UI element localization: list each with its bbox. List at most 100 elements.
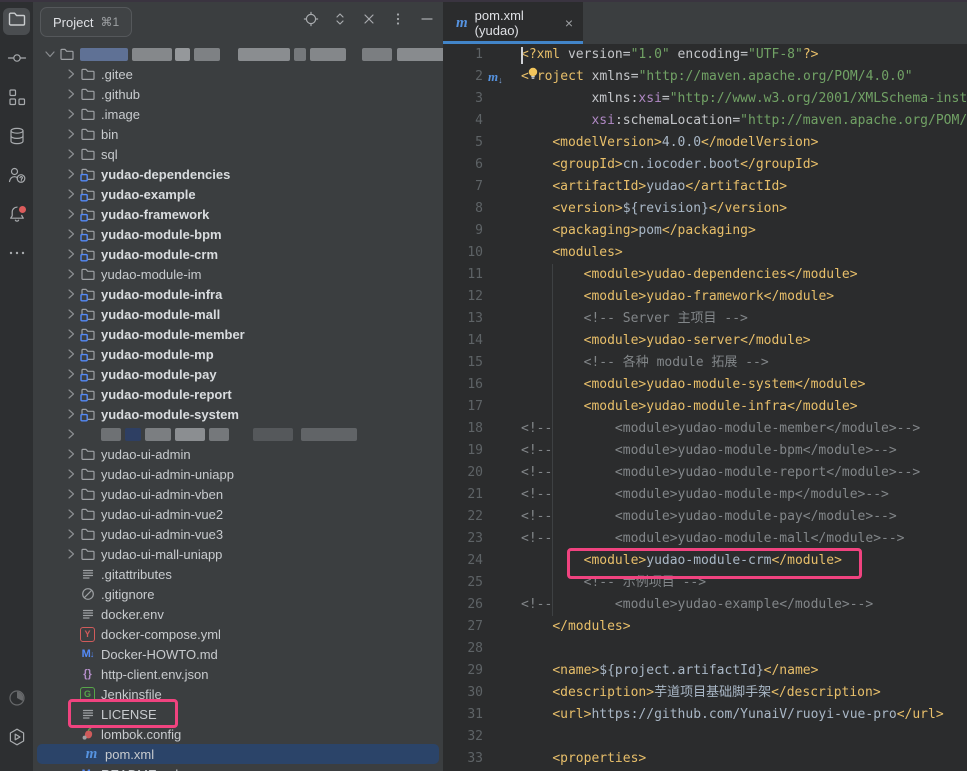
tree-item-yudao-module-mp[interactable]: yudao-module-mp [33,344,443,364]
project-view-selector[interactable]: Project ⌘1 [40,7,132,37]
code-line-22[interactable]: 22<!-- <module>yudao-module-pay</module>… [443,506,967,528]
chevron-right-icon[interactable] [63,426,79,442]
tab-pom-xml[interactable]: m pom.xml (yudao) × [443,2,583,44]
more-options-button[interactable] [388,11,408,31]
tree-item-redacted[interactable] [33,424,443,444]
tool-button-services[interactable] [3,726,30,753]
tool-button-profiler[interactable] [3,687,30,714]
code-line-17[interactable]: 17 <module>yudao-module-infra</module> [443,396,967,418]
tree-item-Jenkinsfile[interactable]: GJenkinsfile [33,684,443,704]
code-line-23[interactable]: 23<!-- <module>yudao-module-mall</module… [443,528,967,550]
code-line-28[interactable]: 28 [443,638,967,660]
tool-button-database[interactable] [3,125,30,152]
code-line-19[interactable]: 19<!-- <module>yudao-module-bpm</module>… [443,440,967,462]
locate-button[interactable] [301,11,321,31]
tree-item-yudao-ui-mall-uniapp[interactable]: yudao-ui-mall-uniapp [33,544,443,564]
tree-item-docker-compose.yml[interactable]: Ydocker-compose.yml [33,624,443,644]
tree-item-yudao-module-im[interactable]: yudao-module-im [33,264,443,284]
chevron-down-icon[interactable] [42,46,58,62]
chevron-right-icon[interactable] [63,366,79,382]
tree-item-yudao-framework[interactable]: yudao-framework [33,204,443,224]
code-line-12[interactable]: 12 <module>yudao-framework</module> [443,286,967,308]
code-line-20[interactable]: 20<!-- <module>yudao-module-report</modu… [443,462,967,484]
code-line-7[interactable]: 7 <artifactId>yudao</artifactId> [443,176,967,198]
code-editor[interactable]: 1<?xml version="1.0" encoding="UTF-8"?>2… [443,44,967,771]
tree-item-yudao-module-system[interactable]: yudao-module-system [33,404,443,424]
tree-item-pom.xml[interactable]: mpom.xml [37,744,439,764]
code-line-31[interactable]: 31 <url>https://github.com/YunaiV/ruoyi-… [443,704,967,726]
chevron-right-icon[interactable] [63,266,79,282]
tool-button-structure[interactable] [3,86,30,113]
chevron-right-icon[interactable] [63,286,79,302]
code-line-30[interactable]: 30 <description>芋道项目基础脚手架</description> [443,682,967,704]
code-line-33[interactable]: 33 <properties> [443,748,967,770]
code-line-18[interactable]: 18<!-- <module>yudao-module-member</modu… [443,418,967,440]
code-line-24[interactable]: 24 <module>yudao-module-crm</module> [443,550,967,572]
chevron-right-icon[interactable] [63,326,79,342]
chevron-right-icon[interactable] [63,226,79,242]
code-line-25[interactable]: 25 <!-- 示例项目 --> [443,572,967,594]
gutter-maven-icon[interactable]: m↓ [488,66,503,88]
code-line-8[interactable]: 8 <version>${revision}</version> [443,198,967,220]
tree-item-yudao-module-member[interactable]: yudao-module-member [33,324,443,344]
chevron-right-icon[interactable] [63,406,79,422]
tree-item-yudao-ui-admin-vben[interactable]: yudao-ui-admin-vben [33,484,443,504]
tab-close-icon[interactable]: × [565,16,573,30]
tree-item-LICENSE[interactable]: LICENSE [33,704,443,724]
code-line-9[interactable]: 9 <packaging>pom</packaging> [443,220,967,242]
hide-button[interactable] [417,11,437,31]
tree-item-yudao-module-infra[interactable]: yudao-module-infra [33,284,443,304]
tool-button-community-help[interactable] [3,164,30,191]
code-line-11[interactable]: 11 <module>yudao-dependencies</module> [443,264,967,286]
tree-item-.github[interactable]: .github [33,84,443,104]
expand-all-button[interactable] [330,11,350,31]
tree-item-bin[interactable]: bin [33,124,443,144]
tool-button-project[interactable] [3,8,30,35]
tree-item-http-client.env.json[interactable]: {}http-client.env.json [33,664,443,684]
code-line-10[interactable]: 10 <modules> [443,242,967,264]
code-line-21[interactable]: 21<!-- <module>yudao-module-mp</module>-… [443,484,967,506]
chevron-right-icon[interactable] [63,86,79,102]
code-line-13[interactable]: 13 <!-- Server 主项目 --> [443,308,967,330]
chevron-right-icon[interactable] [63,206,79,222]
chevron-right-icon[interactable] [63,486,79,502]
tool-button-notifications[interactable] [3,203,30,230]
tree-item-yudao-module-mall[interactable]: yudao-module-mall [33,304,443,324]
code-line-32[interactable]: 32 [443,726,967,748]
editor-pane[interactable]: m pom.xml (yudao) × 1<?xml version="1.0"… [443,0,967,771]
tree-item-yudao-ui-admin-uniapp[interactable]: yudao-ui-admin-uniapp [33,464,443,484]
chevron-right-icon[interactable] [63,126,79,142]
chevron-right-icon[interactable] [63,386,79,402]
tool-button-more-tool-windows[interactable] [3,242,30,269]
code-line-27[interactable]: 27 </modules> [443,616,967,638]
tree-item-docker.env[interactable]: docker.env [33,604,443,624]
code-line-6[interactable]: 6 <groupId>cn.iocoder.boot</groupId> [443,154,967,176]
tree-item-yudao-module-report[interactable]: yudao-module-report [33,384,443,404]
code-line-5[interactable]: 5 <modelVersion>4.0.0</modelVersion> [443,132,967,154]
chevron-right-icon[interactable] [63,506,79,522]
chevron-right-icon[interactable] [63,446,79,462]
chevron-right-icon[interactable] [63,106,79,122]
tree-item-yudao-example[interactable]: yudao-example [33,184,443,204]
chevron-right-icon[interactable] [63,166,79,182]
chevron-right-icon[interactable] [63,66,79,82]
code-line-29[interactable]: 29 <name>${project.artifactId}</name> [443,660,967,682]
chevron-right-icon[interactable] [63,466,79,482]
code-line-3[interactable]: 3 xmlns:xsi="http://www.w3.org/2001/XMLS… [443,88,967,110]
tree-item-redacted[interactable] [33,44,443,64]
chevron-right-icon[interactable] [63,546,79,562]
chevron-right-icon[interactable] [63,526,79,542]
code-line-14[interactable]: 14 <module>yudao-server</module> [443,330,967,352]
tree-item-yudao-ui-admin[interactable]: yudao-ui-admin [33,444,443,464]
tree-item-yudao-module-pay[interactable]: yudao-module-pay [33,364,443,384]
collapse-all-button[interactable] [359,11,379,31]
project-tree[interactable]: .gitee.github.imagebinsqlyudao-dependenc… [33,44,443,771]
tree-item-yudao-ui-admin-vue3[interactable]: yudao-ui-admin-vue3 [33,524,443,544]
code-line-4[interactable]: 4 xsi:schemaLocation="http://maven.apach… [443,110,967,132]
chevron-right-icon[interactable] [63,346,79,362]
tree-item-yudao-ui-admin-vue2[interactable]: yudao-ui-admin-vue2 [33,504,443,524]
tree-item-yudao-module-crm[interactable]: yudao-module-crm [33,244,443,264]
tree-item-.gitignore[interactable]: .gitignore [33,584,443,604]
tree-item-.gitee[interactable]: .gitee [33,64,443,84]
tree-item-sql[interactable]: sql [33,144,443,164]
